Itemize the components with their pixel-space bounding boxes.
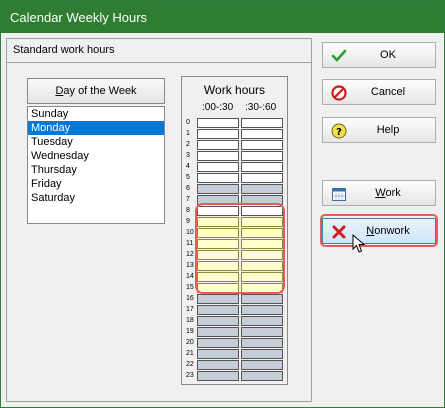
day-of-week-header-label: ay of the Week xyxy=(63,85,137,97)
hour-label: 9 xyxy=(186,218,190,225)
hour-cell-second-half[interactable] xyxy=(241,173,283,183)
work-accel: W xyxy=(375,187,386,199)
hour-cell-second-half[interactable] xyxy=(241,305,283,315)
hour-label: 23 xyxy=(186,372,194,379)
work-hours-title: Work hours xyxy=(203,83,266,97)
day-of-week-item[interactable]: Wednesday xyxy=(28,149,164,163)
hour-cell-second-half[interactable] xyxy=(241,349,283,359)
hour-label: 7 xyxy=(186,196,190,203)
help-label: Help xyxy=(376,124,400,136)
hour-label: 10 xyxy=(186,229,194,236)
hour-label: 19 xyxy=(186,328,194,335)
day-of-week-item[interactable]: Tuesday xyxy=(28,135,164,149)
hour-cell-first-half[interactable] xyxy=(197,371,239,381)
hour-cell-first-half[interactable] xyxy=(197,294,239,304)
hour-label: 5 xyxy=(186,174,190,181)
day-of-week-item[interactable]: Thursday xyxy=(28,163,164,177)
hour-cell-first-half[interactable] xyxy=(197,118,239,128)
hour-cell-first-half[interactable] xyxy=(197,173,239,183)
hour-label: 22 xyxy=(186,361,194,368)
day-of-week-item[interactable]: Monday xyxy=(28,121,164,135)
hour-cell-second-half[interactable] xyxy=(241,151,283,161)
hour-cell-first-half[interactable] xyxy=(197,360,239,370)
hour-label: 8 xyxy=(186,207,190,214)
day-of-week-item[interactable]: Saturday xyxy=(28,191,164,205)
hour-cell-second-half[interactable] xyxy=(241,294,283,304)
hour-cell-first-half[interactable] xyxy=(197,129,239,139)
hour-label: 17 xyxy=(186,306,194,313)
hour-label: 13 xyxy=(186,262,194,269)
hour-label: 12 xyxy=(186,251,194,258)
nonwork-highlight-annotation xyxy=(320,214,438,247)
hour-cell-first-half[interactable] xyxy=(197,349,239,359)
day-of-week-item[interactable]: Friday xyxy=(28,177,164,191)
hour-label: 11 xyxy=(186,240,194,247)
cancel-button[interactable]: Cancel xyxy=(322,79,436,105)
selection-highlight-annotation xyxy=(195,203,285,294)
hour-label: 4 xyxy=(186,163,190,170)
column-header-first-half: :00-:30 xyxy=(202,102,234,113)
hour-cell-second-half[interactable] xyxy=(241,327,283,337)
hour-label: 15 xyxy=(186,284,194,291)
hour-cell-second-half[interactable] xyxy=(241,371,283,381)
ok-button[interactable]: OK xyxy=(322,42,436,68)
hour-cell-first-half[interactable] xyxy=(197,316,239,326)
hour-label: 16 xyxy=(186,295,194,302)
hour-label: 18 xyxy=(186,317,194,324)
hour-label: 6 xyxy=(186,185,190,192)
window-title: Calendar Weekly Hours xyxy=(10,10,148,25)
cancel-label: Cancel xyxy=(370,86,406,98)
panel-header: Standard work hours xyxy=(7,39,311,63)
hour-cell-first-half[interactable] xyxy=(197,184,239,194)
hour-cell-second-half[interactable] xyxy=(241,118,283,128)
help-button[interactable]: ? Help xyxy=(322,117,436,143)
ok-label: OK xyxy=(380,49,396,61)
hour-label: 0 xyxy=(186,119,190,126)
hour-cell-second-half[interactable] xyxy=(241,162,283,172)
hour-label: 1 xyxy=(186,130,190,137)
hour-cell-second-half[interactable] xyxy=(241,360,283,370)
hour-cell-first-half[interactable] xyxy=(197,162,239,172)
mouse-cursor-icon xyxy=(352,234,366,253)
panel-header-label: Standard work hours xyxy=(13,44,115,56)
work-button[interactable]: Work xyxy=(322,180,436,206)
work-label: Work xyxy=(323,187,435,199)
hour-label: 2 xyxy=(186,141,190,148)
hour-cell-first-half[interactable] xyxy=(197,151,239,161)
hour-cell-second-half[interactable] xyxy=(241,140,283,150)
hour-cell-second-half[interactable] xyxy=(241,338,283,348)
work-label-rest: ork xyxy=(385,187,401,199)
hour-cell-second-half[interactable] xyxy=(241,316,283,326)
hour-cell-second-half[interactable] xyxy=(241,184,283,194)
hour-label: 3 xyxy=(186,152,190,159)
title-bar: Calendar Weekly Hours xyxy=(1,1,444,33)
hour-cell-first-half[interactable] xyxy=(197,327,239,337)
day-of-week-list[interactable]: Sunday Monday Tuesday Wednesday Thursday Frid… xyxy=(27,106,165,224)
hour-cell-first-half[interactable] xyxy=(197,305,239,315)
hour-cell-first-half[interactable] xyxy=(197,140,239,150)
hour-label: 21 xyxy=(186,350,194,357)
hour-cell-first-half[interactable] xyxy=(197,338,239,348)
day-of-week-item[interactable]: Sunday xyxy=(28,107,164,121)
hour-label: 14 xyxy=(186,273,194,280)
hour-cell-second-half[interactable] xyxy=(241,129,283,139)
hour-label: 20 xyxy=(186,339,194,346)
column-header-second-half: :30-:60 xyxy=(245,102,277,113)
day-of-week-header[interactable]: Day of the Week xyxy=(27,78,165,104)
